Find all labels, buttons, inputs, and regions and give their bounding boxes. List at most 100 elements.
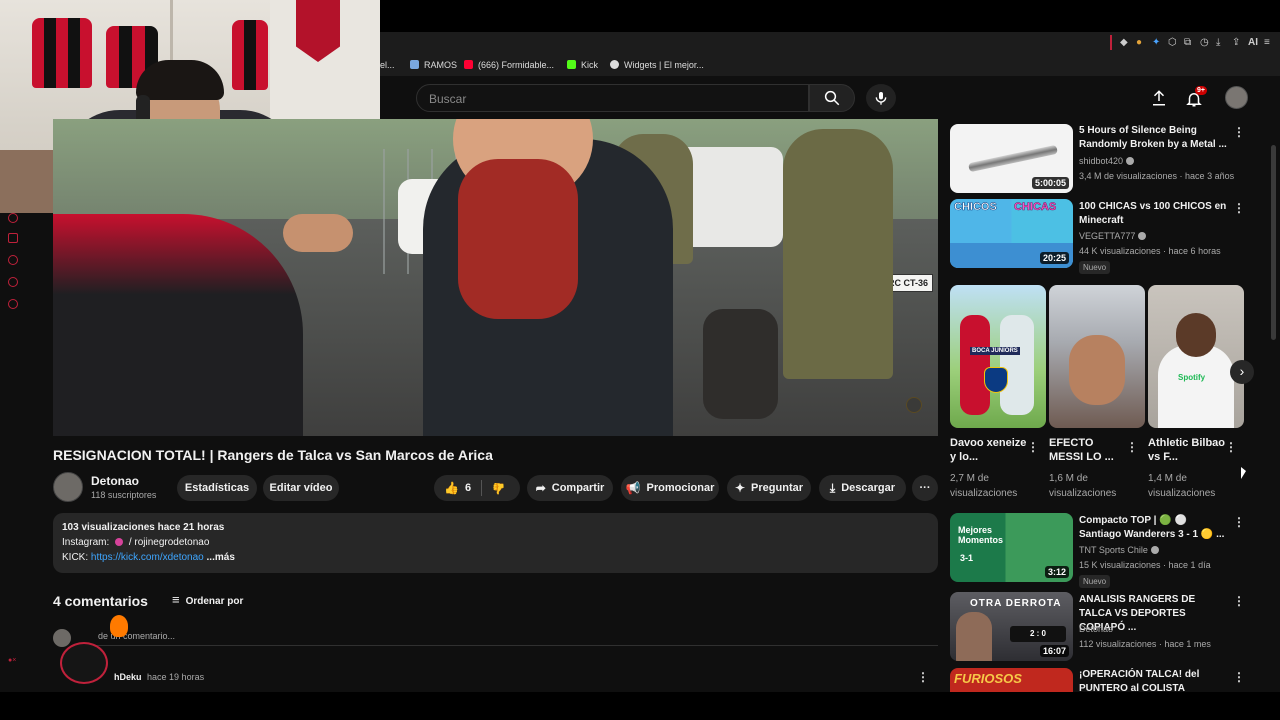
video-title: RESIGNACION TOTAL! | Rangers de Talca vs… bbox=[53, 447, 493, 463]
history-icon[interactable]: ◷ bbox=[1200, 37, 1209, 48]
add-comment-input[interactable]: de un comentario... bbox=[80, 630, 938, 646]
short-thumbnail[interactable]: Spotify bbox=[1148, 285, 1244, 428]
sparkle-icon: ✦ bbox=[734, 481, 746, 495]
short-thumbnail[interactable] bbox=[1049, 285, 1145, 428]
download-button[interactable]: ⤓ Descargar bbox=[819, 475, 906, 501]
verified-icon bbox=[1138, 232, 1147, 240]
share-icon[interactable]: ⇪ bbox=[1232, 37, 1240, 48]
stats-button[interactable]: Estadísticas bbox=[177, 475, 257, 501]
settings-icon[interactable] bbox=[8, 299, 18, 309]
like-button[interactable]: 👍 6 bbox=[444, 481, 471, 495]
short-menu-button[interactable]: ⋮ bbox=[1225, 440, 1237, 454]
ai-button[interactable]: AI bbox=[1248, 37, 1258, 48]
edit-video-button[interactable]: Editar vídeo bbox=[263, 475, 339, 501]
kick-label: KICK: bbox=[62, 552, 89, 563]
channel-name[interactable]: Detonao bbox=[91, 474, 139, 488]
channel-name[interactable]: shidbot420 bbox=[1079, 156, 1135, 166]
video-thumbnail[interactable]: Mejores Momentos 3-1 3:12 bbox=[950, 513, 1073, 582]
comments-count: 4 comentarios bbox=[53, 593, 148, 609]
channel-name[interactable]: TNT Sports Chile bbox=[1079, 545, 1159, 555]
extension-icon[interactable]: ⧉ bbox=[1184, 37, 1191, 48]
bookmark-item[interactable]: Kick bbox=[567, 60, 598, 70]
upload-icon[interactable] bbox=[1150, 89, 1168, 107]
nav-icon[interactable] bbox=[8, 213, 18, 223]
youtube-icon bbox=[464, 60, 473, 69]
channel-name[interactable]: VEGETTA777 bbox=[1079, 231, 1147, 241]
emoji-sticker bbox=[60, 642, 108, 684]
comment-author[interactable]: hDeku hace 19 horas bbox=[114, 672, 204, 682]
channel-name[interactable]: Detonao bbox=[1079, 624, 1113, 634]
video-menu-button[interactable]: ⋮ bbox=[1233, 670, 1245, 684]
voice-search-button[interactable] bbox=[866, 84, 896, 112]
notifications-button[interactable]: 9+ bbox=[1183, 86, 1207, 108]
channel-avatar[interactable] bbox=[53, 472, 83, 502]
shorts-next-button[interactable]: › bbox=[1230, 360, 1254, 384]
video-thumbnail[interactable]: 5:00:05 bbox=[950, 124, 1073, 193]
notification-count-badge: 9+ bbox=[1195, 86, 1207, 95]
kick-line: KICK: https://kick.com/xdetonao ...más bbox=[62, 552, 235, 563]
video-menu-button[interactable]: ⋮ bbox=[1233, 201, 1245, 215]
menu-icon[interactable]: ≡ bbox=[1264, 37, 1270, 48]
video-title-link[interactable]: Compacto TOP | 🟢 ⚪ Santiago Wanderers 3 … bbox=[1079, 514, 1229, 542]
video-title-link[interactable]: 5 Hours of Silence Being Randomly Broken… bbox=[1079, 124, 1229, 152]
video-thumbnail[interactable]: FURIOSOS bbox=[950, 668, 1073, 692]
short-title[interactable]: EFECTO MESSI LO ... bbox=[1049, 436, 1129, 464]
short-views: 1,6 M de visualizaciones bbox=[1049, 473, 1117, 499]
duration-badge: 5:00:05 bbox=[1031, 177, 1069, 189]
nav-icon[interactable] bbox=[8, 233, 18, 243]
subscriber-count: 118 suscriptores bbox=[91, 490, 157, 500]
verified-icon bbox=[1150, 546, 1159, 554]
nav-icon[interactable] bbox=[8, 277, 18, 287]
ask-button[interactable]: ✦ Preguntar bbox=[727, 475, 811, 501]
video-menu-button[interactable]: ⋮ bbox=[1233, 594, 1245, 608]
kick-link[interactable]: https://kick.com/xdetonao bbox=[91, 552, 204, 563]
bookmark-item[interactable]: Widgets | El mejor... bbox=[610, 60, 704, 70]
instagram-label: Instagram: bbox=[62, 537, 110, 548]
rail-label: ●× bbox=[8, 657, 17, 664]
mouse-cursor bbox=[1241, 467, 1246, 479]
extension-icon[interactable]: ⬡ bbox=[1168, 37, 1177, 48]
thumb-score: 2 : 0 bbox=[1010, 626, 1066, 642]
bookmark-item[interactable]: RAMOS bbox=[410, 60, 457, 70]
share-button[interactable]: ➦ Compartir bbox=[527, 475, 613, 501]
short-title[interactable]: Davoo xeneize y lo... bbox=[950, 436, 1030, 464]
like-dislike-group: 👍 6 👍 bbox=[434, 475, 520, 501]
short-title[interactable]: Athletic Bilbao vs F... bbox=[1148, 436, 1228, 464]
handbag-image bbox=[703, 309, 778, 419]
description-box[interactable]: 103 visualizaciones hace 21 horas Instag… bbox=[53, 513, 938, 573]
user-avatar[interactable] bbox=[1225, 86, 1248, 109]
extension-icon[interactable]: ● bbox=[1136, 37, 1142, 48]
video-title-link[interactable]: 100 CHICAS vs 100 CHICOS en Minecraft bbox=[1079, 200, 1229, 228]
download-icon[interactable]: ⤓ bbox=[1216, 37, 1220, 48]
search-input[interactable]: Buscar bbox=[416, 84, 809, 112]
download-label: Descargar bbox=[841, 482, 896, 494]
comment-menu-button[interactable]: ⋮ bbox=[917, 670, 929, 684]
extension-icon[interactable]: ✦ bbox=[1152, 37, 1160, 48]
short-menu-button[interactable]: ⋮ bbox=[1027, 440, 1039, 454]
bookmark-item[interactable]: (666) Formidable... bbox=[464, 60, 554, 70]
video-thumbnail[interactable]: CHICOS CHICAS 20:25 bbox=[950, 199, 1073, 268]
short-menu-button[interactable]: ⋮ bbox=[1126, 440, 1138, 454]
instagram-handle[interactable]: / rojinegrodetonao bbox=[129, 537, 210, 548]
divider bbox=[481, 480, 483, 496]
promote-button[interactable]: 📢 Promocionar bbox=[621, 475, 719, 501]
streamer-hair bbox=[136, 60, 224, 100]
edit-video-label: Editar vídeo bbox=[269, 482, 333, 494]
search-button[interactable] bbox=[809, 84, 855, 112]
bookmark-item[interactable]: el... bbox=[380, 60, 395, 70]
download-icon: ⤓ bbox=[829, 480, 836, 495]
sort-comments-button[interactable]: ≡ Ordenar por bbox=[172, 592, 243, 607]
video-player[interactable]: RC CT-36 bbox=[53, 119, 938, 436]
video-menu-button[interactable]: ⋮ bbox=[1233, 515, 1245, 529]
video-menu-button[interactable]: ⋮ bbox=[1233, 125, 1245, 139]
short-thumbnail[interactable]: BOCA JUNIORS bbox=[950, 285, 1046, 428]
history-icon[interactable] bbox=[8, 255, 18, 265]
dislike-button[interactable]: 👍 bbox=[492, 482, 506, 495]
thumb-text: OTRA DERROTA bbox=[970, 598, 1062, 609]
video-thumbnail[interactable]: OTRA DERROTA 2 : 0 16:07 bbox=[950, 592, 1073, 661]
show-more-link[interactable]: ...más bbox=[204, 552, 235, 563]
more-actions-button[interactable]: ··· bbox=[912, 475, 938, 501]
video-title-link[interactable]: ¡OPERACIÓN TALCA! del PUNTERO al COLISTA bbox=[1079, 668, 1229, 692]
page-scrollbar[interactable] bbox=[1271, 145, 1276, 340]
extension-icon[interactable]: ◆ bbox=[1120, 37, 1128, 48]
